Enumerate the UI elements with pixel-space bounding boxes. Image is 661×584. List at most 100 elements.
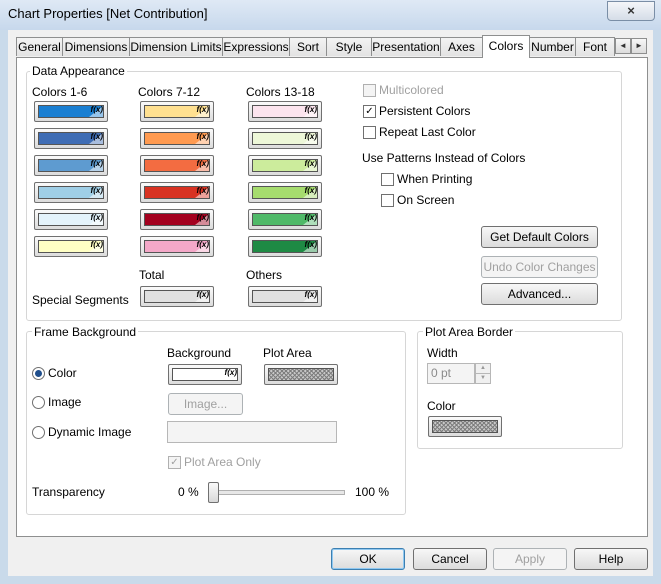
tab-scroll-left[interactable]: ◄: [615, 38, 631, 54]
fx-icon: f(x): [196, 159, 209, 168]
repeat-last-color-checkbox[interactable]: [363, 126, 376, 139]
tab-scroll-right[interactable]: ►: [631, 38, 647, 54]
plot-area-color-swatch[interactable]: [264, 364, 338, 385]
total-label: Total: [139, 268, 165, 282]
when-printing-checkbox[interactable]: [381, 173, 394, 186]
use-patterns-label: Use Patterns Instead of Colors: [362, 151, 526, 165]
fx-icon: f(x): [304, 105, 317, 114]
color-13-18-swatch-5[interactable]: f(x): [248, 209, 322, 230]
fx-icon: f(x): [196, 105, 209, 114]
tab-dimensions[interactable]: Dimensions: [62, 37, 130, 56]
fx-icon: f(x): [224, 368, 237, 377]
apply-button[interactable]: Apply: [493, 548, 567, 570]
repeat-last-color-label: Repeat Last Color: [379, 125, 476, 139]
get-default-colors-button[interactable]: Get Default Colors: [481, 226, 598, 248]
color-7-12-swatch-4[interactable]: f(x): [140, 182, 214, 203]
fx-icon: f(x): [90, 240, 103, 249]
on-screen-label: On Screen: [397, 193, 455, 207]
color-7-12-swatch-1[interactable]: f(x): [140, 101, 214, 122]
tab-general[interactable]: General: [16, 37, 63, 56]
fx-icon: f(x): [196, 186, 209, 195]
color-1-6-swatch-1[interactable]: f(x): [34, 101, 108, 122]
frame-background-title: Frame Background: [32, 325, 139, 339]
tab-presentation[interactable]: Presentation: [371, 37, 441, 56]
tab-font[interactable]: Font: [575, 37, 615, 56]
dynamic-image-radio[interactable]: [32, 426, 45, 439]
close-icon: ×: [627, 3, 635, 18]
cancel-button[interactable]: Cancel: [413, 548, 487, 570]
color-7-12-swatch-3[interactable]: f(x): [140, 155, 214, 176]
color-radio[interactable]: [32, 367, 45, 380]
color-13-18-swatch-6[interactable]: f(x): [248, 236, 322, 257]
close-button[interactable]: ×: [607, 1, 655, 21]
border-color-label: Color: [427, 399, 456, 413]
border-width-spin-down[interactable]: ▼: [475, 373, 491, 384]
color-1-6-swatch-3[interactable]: f(x): [34, 155, 108, 176]
background-color-swatch[interactable]: f(x): [168, 364, 242, 385]
colors-1-6-label: Colors 1-6: [32, 85, 88, 99]
transparency-slider-thumb[interactable]: [208, 482, 219, 503]
plot-area-only-label: Plot Area Only: [184, 455, 261, 469]
color-radio-label: Color: [48, 366, 77, 380]
others-label: Others: [246, 268, 283, 282]
tab-style[interactable]: Style: [326, 37, 372, 56]
arrow-left-icon: ◄: [619, 41, 627, 50]
transparency-label: Transparency: [32, 485, 105, 499]
fx-icon: f(x): [196, 290, 209, 299]
border-pattern-fill: [432, 420, 498, 433]
color-7-12-swatch-5[interactable]: f(x): [140, 209, 214, 230]
fx-icon: f(x): [196, 240, 209, 249]
plot-area-label: Plot Area: [263, 346, 312, 360]
color-13-18-swatch-4[interactable]: f(x): [248, 182, 322, 203]
tab-colors[interactable]: Colors: [482, 35, 530, 58]
window-title: Chart Properties [Net Contribution]: [8, 6, 208, 21]
color-1-6-swatch-6[interactable]: f(x): [34, 236, 108, 257]
border-width-input[interactable]: 0 pt: [427, 363, 475, 384]
color-7-12-swatch-2[interactable]: f(x): [140, 128, 214, 149]
tab-axes[interactable]: Axes: [440, 37, 483, 56]
multicolored-label: Multicolored: [379, 83, 444, 97]
color-1-6-swatch-5[interactable]: f(x): [34, 209, 108, 230]
spin-down-icon: ▼: [480, 375, 486, 381]
color-7-12-swatch-6[interactable]: f(x): [140, 236, 214, 257]
persistent-colors-checkbox[interactable]: ✓: [363, 105, 376, 118]
others-color-swatch[interactable]: f(x): [248, 286, 322, 307]
dynamic-image-field[interactable]: [167, 421, 337, 443]
color-13-18-swatch-3[interactable]: f(x): [248, 155, 322, 176]
advanced-button[interactable]: Advanced...: [481, 283, 598, 305]
transparency-max-label: 100 %: [355, 485, 390, 499]
image-radio[interactable]: [32, 396, 45, 409]
tab-dimension-limits[interactable]: Dimension Limits: [129, 37, 223, 56]
on-screen-checkbox[interactable]: [381, 194, 394, 207]
fx-icon: f(x): [304, 186, 317, 195]
border-color-swatch[interactable]: [428, 416, 502, 437]
image-radio-label: Image: [48, 395, 82, 409]
colors-tab-page: Data Appearance Colors 1-6 Colors 7-12 C…: [16, 57, 648, 537]
multicolored-checkbox[interactable]: [363, 84, 376, 97]
tab-sort[interactable]: Sort: [289, 37, 327, 56]
color-13-18-swatch-2[interactable]: f(x): [248, 128, 322, 149]
color-1-6-swatch-2[interactable]: f(x): [34, 128, 108, 149]
color-1-6-swatch-4[interactable]: f(x): [34, 182, 108, 203]
tab-expressions[interactable]: Expressions: [222, 37, 290, 56]
fx-icon: f(x): [304, 213, 317, 222]
plot-area-only-checkbox[interactable]: ✓: [168, 456, 181, 469]
image-button[interactable]: Image...: [168, 393, 243, 415]
tab-number[interactable]: Number: [529, 37, 576, 56]
help-button[interactable]: Help: [574, 548, 648, 570]
title-bar: Chart Properties [Net Contribution] ×: [0, 0, 661, 30]
fx-icon: f(x): [90, 213, 103, 222]
fx-icon: f(x): [304, 240, 317, 249]
fx-icon: f(x): [90, 186, 103, 195]
ok-button[interactable]: OK: [331, 548, 405, 570]
spin-up-icon: ▲: [480, 365, 486, 371]
fx-icon: f(x): [304, 159, 317, 168]
plot-area-pattern-fill: [268, 368, 334, 381]
fx-icon: f(x): [304, 132, 317, 141]
transparency-slider-track[interactable]: [213, 490, 345, 495]
colors-7-12-label: Colors 7-12: [138, 85, 201, 99]
total-color-swatch[interactable]: f(x): [140, 286, 214, 307]
persistent-colors-label: Persistent Colors: [379, 104, 471, 118]
undo-color-changes-button[interactable]: Undo Color Changes: [481, 256, 598, 278]
color-13-18-swatch-1[interactable]: f(x): [248, 101, 322, 122]
